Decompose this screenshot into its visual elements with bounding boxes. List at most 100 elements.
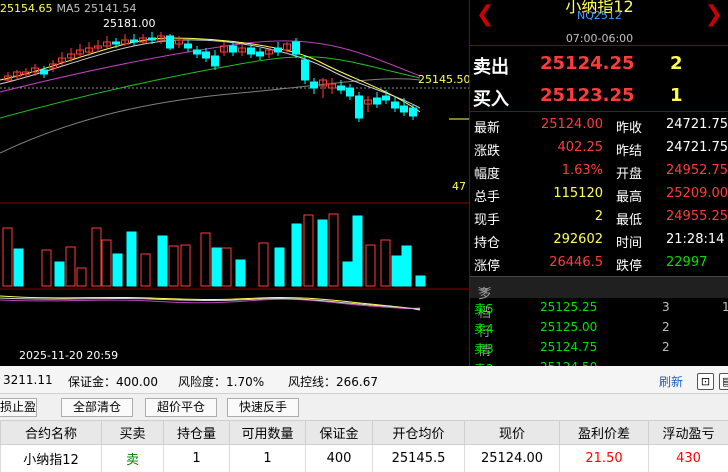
volume-axis-label: 47	[452, 180, 466, 193]
volume-bar	[258, 242, 269, 287]
lock-icon[interactable]: ⊡	[697, 373, 714, 390]
bid-qty: 1	[670, 85, 683, 106]
account-balance: 3211.11	[3, 373, 53, 387]
settings-icon[interactable]: ▤	[719, 373, 728, 390]
volume-bar	[54, 261, 65, 287]
stop-profit-loss-button[interactable]: 损止盈	[0, 398, 37, 417]
column-header[interactable]: 开仓均价	[372, 420, 465, 445]
candle-body	[292, 41, 300, 55]
depth-row[interactable]: 卖3 25124.75 2	[470, 339, 728, 356]
trading-session: 07:00-06:00	[565, 32, 634, 45]
ask-row[interactable]: 卖出 25124.25 2	[470, 48, 728, 80]
quick-reverse-button[interactable]: 快速反手	[227, 398, 299, 417]
quote-header: ❮ 小纳指12 NQ2512 07:00-06:00 ❯	[470, 0, 728, 46]
volume-bar	[112, 253, 123, 287]
kline-svg	[0, 32, 469, 311]
volume-bar	[91, 227, 102, 287]
column-header[interactable]: 浮动盈亏	[648, 420, 728, 445]
stat-value: 25209.00	[666, 186, 728, 201]
stat-value: 292602	[553, 232, 603, 247]
action-buttons: 损止盈 全部清仓 超价平仓 快速反手	[0, 395, 728, 419]
ma-legend-value: 25154.65	[0, 2, 53, 15]
stat-value: 21:28:14	[666, 232, 725, 247]
volume-bar	[76, 267, 87, 287]
stat-label: 现手	[474, 213, 501, 228]
volume-bar	[200, 232, 211, 287]
candle-body	[373, 97, 381, 105]
candle-body	[247, 47, 255, 55]
close-overprice-button[interactable]: 超价平仓	[145, 398, 217, 417]
column-header[interactable]: 现价	[464, 420, 560, 445]
candle-body	[40, 69, 48, 75]
table-cell: 1	[229, 444, 306, 472]
volume-bar	[317, 219, 328, 287]
candle-body	[274, 47, 282, 53]
depth-level: 卖4	[474, 322, 494, 336]
volume-bar	[352, 215, 363, 287]
risk-info: 风险度：1.70%	[178, 375, 265, 389]
volume-bar	[274, 247, 285, 287]
column-header[interactable]: 盈利价差	[559, 420, 649, 445]
volume-bar	[365, 244, 376, 287]
volume-bar	[401, 245, 412, 287]
candle-body	[112, 41, 120, 45]
ma5-legend: MA5 25141.54	[56, 2, 137, 15]
stat-label: 涨跌	[474, 144, 501, 159]
volume-bar	[235, 259, 246, 287]
candle-body	[310, 81, 318, 89]
table-cell: 小纳指12	[0, 444, 102, 472]
candle-body	[256, 51, 264, 57]
depth-qty: 2	[662, 320, 670, 334]
depth-row[interactable]: 卖5 25125.25 3 1	[470, 299, 728, 316]
ask-qty: 2	[670, 53, 683, 74]
table-row[interactable]: 小纳指12 卖 1 1 400 25145.5 25124.00 21.50 430	[0, 444, 728, 472]
stat-label: 昨收	[616, 121, 643, 136]
reference-price-label: 25145.50	[418, 73, 471, 86]
kline-chart[interactable]: 25154.65 MA5 25141.54 25181.00 25145.50 4…	[0, 0, 471, 366]
volume-bar	[157, 235, 168, 287]
contract-code: NQ2512	[577, 9, 622, 22]
volume-bar	[291, 223, 302, 287]
stat-value: 1.63%	[561, 163, 603, 178]
stat-row: 总手 115120 最高 25209.00	[470, 183, 728, 206]
stat-label: 幅度	[474, 167, 501, 182]
candle-body	[184, 43, 192, 49]
table-cell: 400	[305, 444, 373, 472]
table-cell: 430	[648, 444, 728, 472]
column-header[interactable]: 保证金	[305, 420, 373, 445]
bid-price: 25123.25	[540, 85, 635, 106]
close-all-button[interactable]: 全部清仓	[61, 398, 133, 417]
stat-label: 总手	[474, 190, 501, 205]
candle-body	[202, 51, 210, 59]
stat-row: 幅度 1.63% 开盘 24952.75	[470, 160, 728, 183]
risk-control-info: 风控线：266.67	[288, 375, 378, 389]
volume-bar	[211, 247, 222, 287]
depth-row[interactable]: 卖4 25125.00 2	[470, 319, 728, 336]
candle-body	[382, 95, 390, 101]
refresh-button[interactable]: 刷新	[659, 373, 683, 390]
stat-label: 昨结	[616, 144, 643, 159]
candle-body	[400, 105, 408, 113]
stat-row: 现手 2 最低 24955.25	[470, 206, 728, 229]
column-header[interactable]: 持仓量	[163, 420, 230, 445]
stat-value: 24721.75	[666, 117, 728, 132]
column-header[interactable]: 可用数量	[229, 420, 306, 445]
stat-value: 115120	[553, 186, 603, 201]
column-header[interactable]: 合约名称	[0, 420, 102, 445]
next-contract-icon[interactable]: ❯	[705, 2, 723, 27]
volume-bar	[13, 248, 24, 287]
depth-level: 卖3	[474, 342, 494, 356]
column-header[interactable]: 买卖	[101, 420, 164, 445]
stat-row: 最新 25124.00 昨收 24721.75	[470, 114, 728, 137]
bid-row[interactable]: 买入 25123.25 1	[470, 80, 728, 112]
depth-header[interactable]: 多档行情 ︾	[470, 276, 728, 359]
depth-qty: 3	[662, 300, 670, 314]
positions-header-row: 合约名称 买卖 持仓量 可用数量 保证金 开仓均价 现价 盈利价差 浮动盈亏	[0, 420, 728, 445]
volume-bar	[41, 249, 52, 287]
volume-bar	[168, 245, 179, 287]
stat-label: 涨停	[474, 259, 501, 274]
stat-label: 跌停	[616, 259, 643, 274]
volume-bar	[65, 246, 76, 287]
stat-label: 最低	[616, 213, 643, 228]
candle-body	[409, 107, 417, 117]
